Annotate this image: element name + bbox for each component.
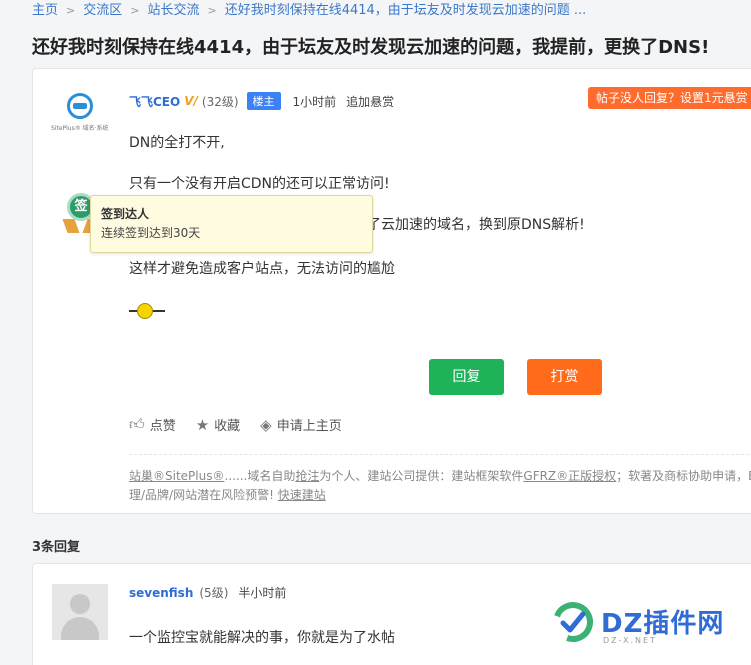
divider [129, 454, 751, 455]
author-level: (32级) [201, 94, 239, 109]
tooltip-title: 签到达人 [101, 207, 150, 221]
breadcrumb: 主页 > 交流区 > 站长交流 > 还好我时刻保持在线4414，由于坛友及时发现云加速的问题… [32, 2, 586, 20]
register-link[interactable]: 抢注 [295, 469, 319, 483]
quick-build-link[interactable]: 快速建站 [278, 488, 326, 502]
chevron-right-icon: > [66, 4, 76, 17]
reward-promo-button[interactable]: 帖子没人回复？设置1元悬赏 [588, 87, 751, 109]
content-line: DN的全打不开, [129, 135, 225, 151]
like-label: 点赞 [149, 419, 176, 434]
reply-time: 半小时前 [238, 586, 287, 600]
breadcrumb-exchange[interactable]: 交流区 [83, 3, 122, 18]
reply-button[interactable]: 回复 [429, 359, 504, 395]
replies-count: 3条回复 [32, 540, 81, 555]
siteplus-link[interactable]: 站巢®SitePlus® [129, 469, 224, 483]
reply-author-name[interactable]: sevenfish [129, 586, 193, 600]
signature: 站巢®SitePlus®......域名自助抢注为个人、建站公司提供：建站框架软… [129, 469, 751, 502]
dz-logo-icon [553, 602, 593, 642]
author-name[interactable]: 飞飞CEO [129, 93, 180, 110]
emoji-icon [129, 303, 165, 319]
tip-button[interactable]: 打赏 [527, 359, 602, 395]
reply-content: 一个监控宝就能解决的事，你就是为了水帖 [129, 630, 395, 646]
content-line: 只有一个没有开启CDN的还可以正常访问! [129, 176, 390, 192]
apply-home-label: 申请上主页 [276, 419, 342, 434]
gfrz-link[interactable]: GFRZ®正版授权 [523, 469, 616, 483]
page-title: 还好我时刻保持在线4414，由于坛友及时发现云加速的问题，我提前，更换了DNS! [32, 37, 710, 58]
reply-author-level: (5级) [199, 586, 229, 600]
thumbs-up-icon: 👍︎ [129, 415, 145, 433]
verified-icon: V/ [184, 94, 198, 108]
logo-text: SitePlus® 域名·系统 [51, 125, 109, 132]
author-avatar[interactable]: SitePlus® 域名·系统 [51, 93, 109, 133]
post-actions: 👍︎ 点赞 ★ 收藏 ◈ 申请上主页 [129, 415, 342, 434]
breadcrumb-webmaster[interactable]: 站长交流 [147, 3, 199, 18]
breadcrumb-current[interactable]: 还好我时刻保持在线4414，由于坛友及时发现云加速的问题 ... [225, 3, 587, 18]
author-line: 飞飞CEO V/ (32级) 楼主 1小时前 追加悬赏 [129, 91, 394, 111]
diamond-icon: ◈ [260, 415, 272, 434]
reply-author-line: sevenfish (5级) 半小时前 [129, 584, 286, 601]
tooltip-desc: 连续签到达到30天 [101, 226, 201, 240]
star-icon: ★ [195, 415, 210, 434]
breadcrumb-home[interactable]: 主页 [32, 3, 58, 18]
content-line: 这样才避免造成客户站点，无法访问的尴尬 [129, 261, 395, 277]
watermark-text: DZ插件网 [601, 609, 725, 639]
post-time: 1小时前 [292, 94, 337, 109]
apply-home-button[interactable]: ◈ 申请上主页 [260, 415, 342, 435]
favorite-button[interactable]: ★ 收藏 [195, 415, 241, 435]
post-card: SitePlus® 域名·系统 签 飞飞CEO V/ (32级) 楼主 1小时前… [32, 68, 751, 514]
add-reward-link[interactable]: 追加悬赏 [346, 93, 394, 110]
chevron-right-icon: > [207, 4, 217, 17]
siteplus-logo-icon [67, 93, 93, 119]
owner-badge: 楼主 [246, 92, 281, 110]
favorite-label: 收藏 [214, 419, 241, 434]
avatar[interactable] [52, 584, 108, 640]
like-button[interactable]: 👍︎ 点赞 [129, 415, 176, 434]
watermark-sub: DZ-X.NET [603, 636, 657, 645]
dz-watermark: DZ插件网 DZ-X.NET [551, 600, 731, 648]
chevron-right-icon: > [130, 4, 140, 17]
medal-tooltip: 签到达人 连续签到达到30天 [90, 195, 373, 253]
